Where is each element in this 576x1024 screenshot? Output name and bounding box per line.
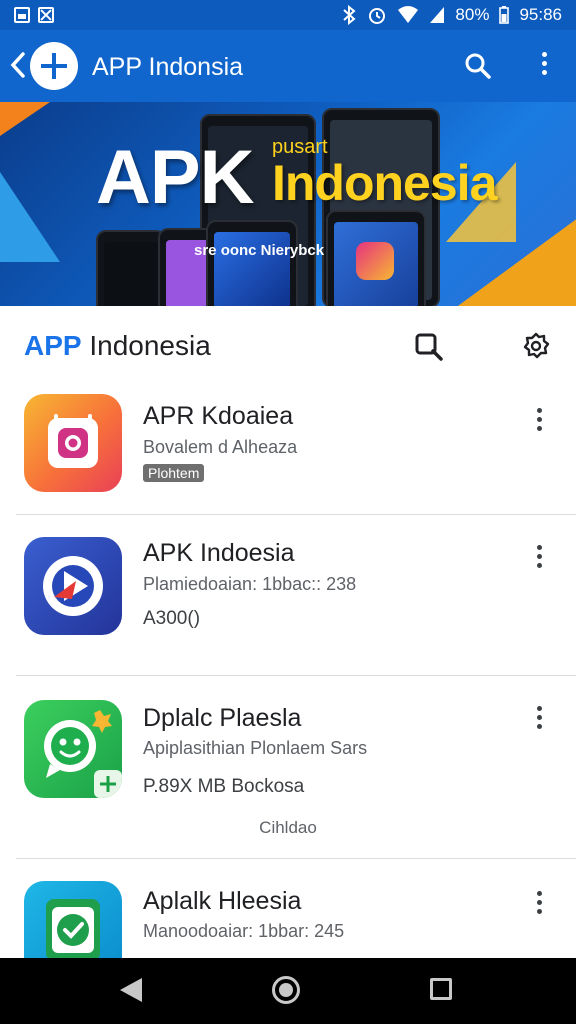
banner-indonesia-text: Indonesia [272, 155, 497, 211]
search-icon[interactable] [464, 52, 492, 80]
app-badge: Plohtem [143, 464, 205, 482]
back-chevron-icon[interactable] [10, 52, 26, 78]
phone-image [206, 220, 298, 306]
app-meta: P.89X MB Bockosa [143, 776, 305, 797]
gear-icon[interactable] [522, 332, 550, 360]
app-extra-label: Cihldao [259, 818, 317, 837]
app-icon [24, 394, 122, 492]
bluetooth-icon [343, 5, 356, 25]
list-item[interactable]: APK Indoesia Plamiedoaian: 1bbac:: 238 A… [0, 515, 576, 675]
app-meta: A300() [143, 608, 201, 629]
app-icon [24, 700, 122, 798]
banner-caption: sre oonc Nierybck [194, 242, 325, 259]
x-square-icon [38, 7, 54, 23]
notification-icons [14, 7, 54, 23]
banner-app-icon [356, 242, 394, 280]
section-title: APP Indonesia [24, 330, 211, 362]
app-name: APK Indoesia [143, 539, 295, 567]
nav-home-icon[interactable] [272, 976, 300, 1004]
alarm-icon [369, 8, 386, 24]
section-title-accent: APP [24, 330, 82, 361]
list-item[interactable]: APR Kdoaiea Bovalem d Alheaza Plohtem [0, 386, 576, 514]
chat-robot-icon [44, 710, 122, 798]
wifi-icon [398, 6, 419, 23]
phone-image [96, 230, 166, 306]
play-share-icon [43, 556, 103, 616]
image-icon [14, 7, 30, 23]
status-bar: 80% 95:86 [0, 0, 576, 30]
more-vert-icon[interactable] [536, 545, 542, 568]
shield-check-icon [46, 899, 100, 958]
section-title-rest: Indonesia [81, 330, 211, 361]
search-icon[interactable] [414, 332, 444, 362]
system-icons: 80% 95:86 [341, 5, 562, 25]
app-bar-title: APP Indonsia [92, 53, 244, 81]
system-nav-bar [0, 958, 576, 1024]
app-subtitle: Bovalem d Alheaza [143, 437, 298, 457]
section-header: APP Indonesia [0, 306, 576, 386]
nav-recents-icon[interactable] [430, 978, 452, 1000]
app-subtitle: Manoodoaiar: 1bbar: 245 [143, 921, 345, 941]
app-name: Dplalc Plaesla [143, 704, 302, 732]
clock: 95:86 [519, 5, 562, 24]
calendar-camera-icon [48, 414, 98, 468]
app-icon [24, 537, 122, 635]
more-vert-icon[interactable] [536, 408, 542, 431]
app-name: APR Kdoaiea [143, 402, 294, 430]
battery-text: 80% [455, 5, 490, 24]
banner-apk-text: APK [96, 135, 254, 220]
battery-icon [499, 6, 510, 24]
app-bar: APP Indonsia [0, 30, 576, 102]
app-name: Aplalk Hleesia [143, 887, 302, 915]
nav-back-icon[interactable] [120, 978, 142, 1002]
list-item[interactable]: Aplalk Hleesia Manoodoaiar: 1bbar: 245 [0, 859, 576, 958]
app-subtitle: Apiplasithian Plonlaem Sars [143, 738, 368, 758]
more-vert-icon[interactable] [532, 52, 556, 80]
app-logo[interactable] [30, 42, 78, 90]
more-vert-icon[interactable] [536, 706, 542, 729]
promo-banner[interactable]: APK pusart Indonesia sre oonc Nierybck [0, 102, 576, 306]
list-item[interactable]: Dplalc Plaesla Apiplasithian Plonlaem Sa… [0, 676, 576, 858]
signal-icon [430, 7, 445, 23]
more-vert-icon[interactable] [536, 891, 542, 914]
app-icon [24, 881, 122, 958]
app-subtitle: Plamiedoaian: 1bbac:: 238 [143, 574, 357, 594]
